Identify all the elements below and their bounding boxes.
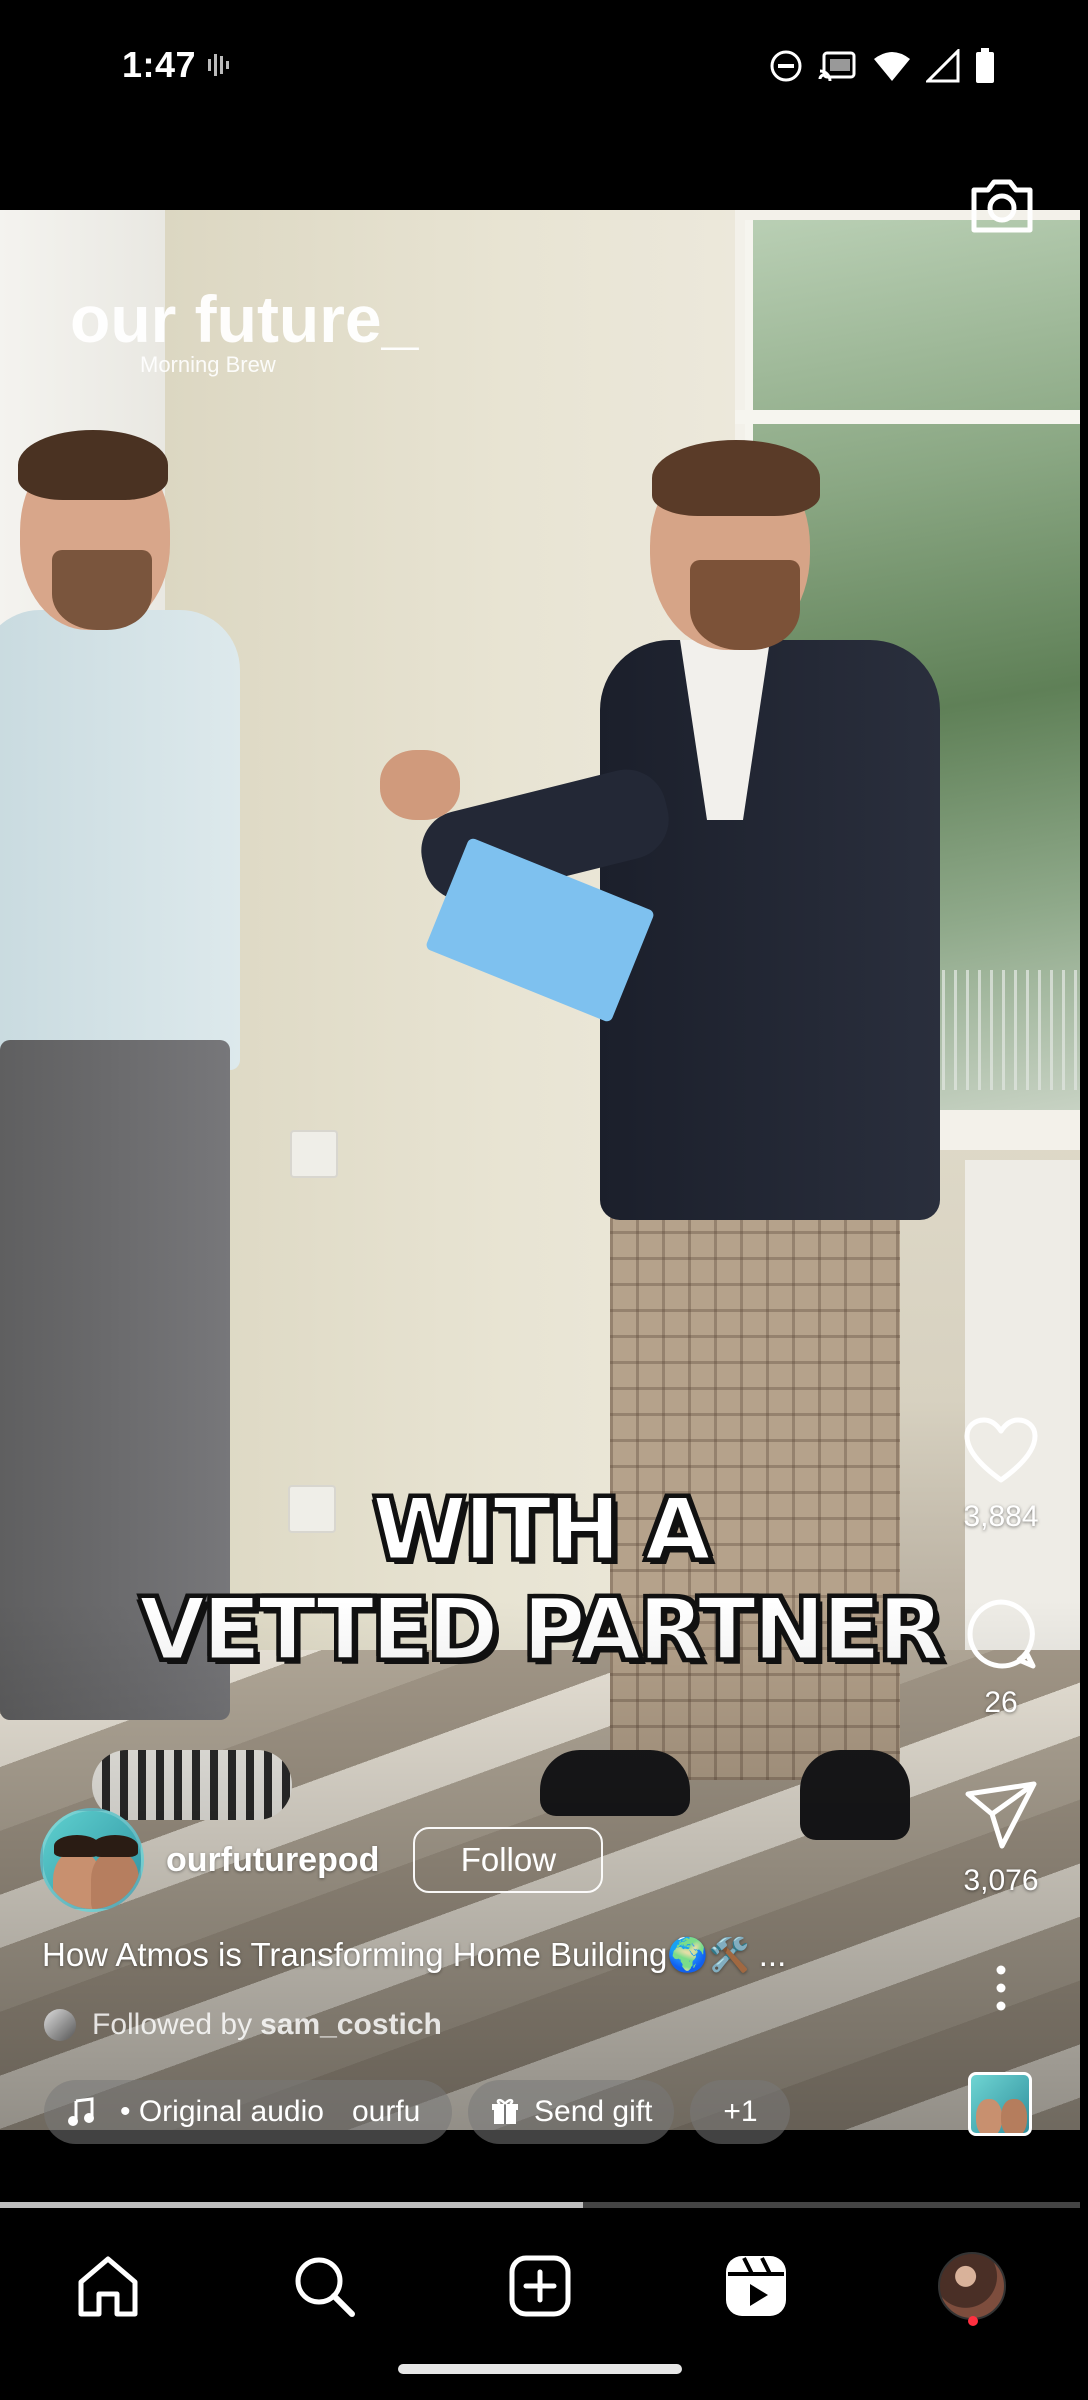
do-not-disturb-icon bbox=[770, 50, 802, 82]
followed-by-label: Followed by bbox=[92, 2008, 253, 2041]
home-icon bbox=[78, 2256, 138, 2317]
more-chips-label: +1 bbox=[723, 2095, 758, 2128]
heart-icon bbox=[964, 1417, 1038, 1483]
original-audio-chip[interactable]: • Original audio ourfu bbox=[44, 2080, 452, 2144]
audio-reel-thumbnail[interactable] bbox=[968, 2072, 1032, 2136]
reels-icon bbox=[726, 2256, 786, 2316]
battery-icon bbox=[976, 48, 994, 83]
video-progress-bar[interactable] bbox=[0, 2202, 1080, 2208]
followed-by-user: sam_costich bbox=[260, 2008, 442, 2041]
follower-avatar bbox=[44, 2009, 76, 2041]
like-count: 3,884 bbox=[963, 1500, 1039, 1533]
audio-label: • Original audio bbox=[120, 2095, 324, 2128]
comment-icon bbox=[967, 1599, 1036, 1669]
create-post-icon bbox=[509, 2255, 571, 2317]
more-options-button[interactable] bbox=[986, 1962, 1016, 2022]
nav-search[interactable] bbox=[284, 2246, 364, 2326]
video-caption-line-1: WITH A bbox=[371, 1479, 713, 1582]
vibrate-icon bbox=[204, 50, 234, 85]
status-time: 1:47 bbox=[122, 44, 197, 85]
followed-by[interactable]: Followed by sam_costich bbox=[44, 2008, 442, 2042]
author-username[interactable]: ourfuturepod bbox=[166, 1841, 379, 1880]
comment-count: 26 bbox=[984, 1686, 1018, 1719]
like-button[interactable]: 3,884 bbox=[950, 1416, 1052, 1534]
share-icon bbox=[965, 1781, 1037, 1849]
camera-icon bbox=[971, 179, 1033, 233]
bottom-navigation bbox=[0, 2216, 1088, 2400]
author-row: ourfuturepod Follow bbox=[40, 1808, 604, 1912]
comment-button[interactable]: 26 bbox=[950, 1596, 1052, 1720]
nav-home[interactable] bbox=[68, 2246, 148, 2326]
nav-profile[interactable] bbox=[932, 2246, 1012, 2326]
gesture-home-indicator[interactable] bbox=[398, 2364, 682, 2374]
person-left bbox=[0, 610, 240, 1070]
follow-button[interactable]: Follow bbox=[413, 1827, 604, 1893]
send-gift-chip[interactable]: Send gift bbox=[468, 2080, 675, 2144]
send-gift-label: Send gift bbox=[534, 2095, 653, 2128]
author-avatar[interactable] bbox=[40, 1808, 144, 1912]
chip-row: • Original audio ourfu Send gift +1 bbox=[44, 2080, 791, 2144]
status-bar: 1:47 bbox=[0, 0, 1088, 140]
gift-icon bbox=[492, 2098, 518, 2124]
video-progress-fill bbox=[0, 2202, 584, 2208]
video-watermark: our future_ Morning Brew bbox=[70, 282, 419, 377]
wifi-icon bbox=[874, 52, 910, 81]
cellular-signal-icon bbox=[926, 49, 960, 83]
post-caption[interactable]: How Atmos is Transforming Home Building🌍… bbox=[42, 1936, 786, 1975]
nav-create[interactable] bbox=[500, 2246, 580, 2326]
nav-reels[interactable] bbox=[716, 2246, 796, 2326]
audio-user: ourfu bbox=[351, 2095, 421, 2128]
more-chips-button[interactable]: +1 bbox=[690, 2080, 791, 2144]
status-icons bbox=[768, 48, 996, 84]
music-note-icon bbox=[68, 2097, 94, 2126]
cast-icon bbox=[818, 51, 856, 82]
profile-avatar bbox=[938, 2252, 1006, 2320]
notification-dot bbox=[968, 2316, 978, 2326]
more-vertical-icon bbox=[996, 1965, 1006, 2011]
camera-button[interactable] bbox=[966, 168, 1038, 240]
share-count: 3,076 bbox=[963, 1864, 1039, 1897]
search-icon bbox=[295, 2257, 355, 2317]
share-button[interactable]: 3,076 bbox=[950, 1780, 1052, 1898]
